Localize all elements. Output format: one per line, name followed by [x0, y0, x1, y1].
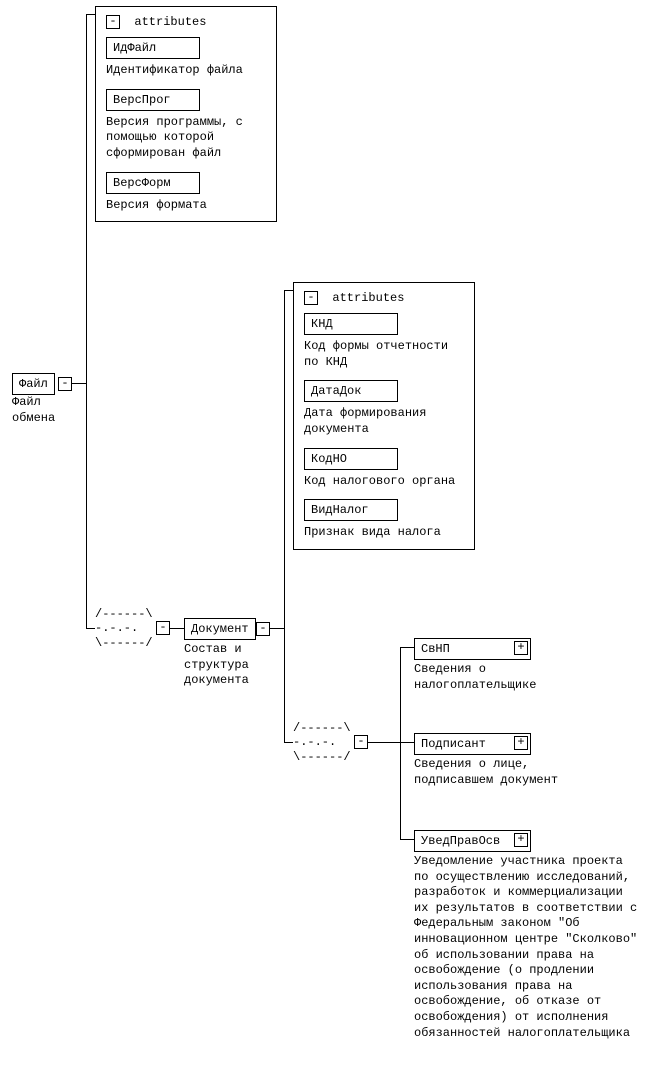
attr-idfile-desc: Идентификатор файла [106, 63, 266, 79]
doc-attributes-box: - attributes КНД Код формы отчетности по… [293, 282, 475, 550]
document-node-label: Документ [191, 622, 249, 636]
svnp-desc: Сведения о налогоплательщике [414, 662, 584, 693]
attr-datadok: ДатаДок [304, 380, 398, 402]
connector [86, 14, 87, 628]
seq2-toggle[interactable]: - [354, 735, 368, 749]
attr-kodno-desc: Код налогового органа [304, 474, 464, 490]
attr-versprog: ВерсПрог [106, 89, 200, 111]
attr-versform: ВерсФорм [106, 172, 200, 194]
connector [400, 647, 414, 648]
uvedpravosv-label: УведПравОсв [421, 834, 500, 848]
attr-knd: КНД [304, 313, 398, 335]
attr-knd-desc: Код формы отчетности по КНД [304, 339, 464, 370]
svnp-label: СвНП [421, 642, 450, 656]
root-toggle[interactable]: - [58, 377, 72, 391]
root-node: Файл [12, 373, 55, 395]
connector [86, 14, 95, 15]
attr-vidnalog-desc: Признак вида налога [304, 525, 464, 541]
connector [400, 647, 401, 839]
connector [270, 628, 284, 629]
attr-vidnalog: ВидНалог [304, 499, 398, 521]
connector [72, 383, 86, 384]
connector [368, 742, 400, 743]
connector [284, 290, 293, 291]
root-node-label: Файл [19, 377, 48, 391]
attr-versform-desc: Версия формата [106, 198, 266, 214]
sequence-indicator-2: /------\ -.-.-. \------/ [293, 721, 351, 764]
document-desc: Состав и структура документа [184, 642, 274, 689]
sequence-indicator-1: /------\ -.-.-. \------/ [95, 607, 153, 650]
file-attrs-toggle[interactable]: - [106, 15, 120, 29]
connector [86, 628, 95, 629]
svnp-expand[interactable]: + [514, 641, 528, 655]
root-desc: Файл обмена [12, 395, 72, 426]
file-attrs-label: attributes [134, 15, 206, 29]
connector [284, 742, 293, 743]
connector [284, 290, 285, 742]
doc-attrs-toggle[interactable]: - [304, 291, 318, 305]
attr-kodno: КодНО [304, 448, 398, 470]
connector [400, 839, 414, 840]
doc-attrs-label: attributes [332, 291, 404, 305]
podpisant-desc: Сведения о лице, подписавшем документ [414, 757, 584, 788]
seq1-toggle[interactable]: - [156, 621, 170, 635]
attr-idfile: ИдФайл [106, 37, 200, 59]
connector [400, 742, 414, 743]
attr-versprog-desc: Версия программы, с помощью которой сфор… [106, 115, 266, 162]
uvedpravosv-desc: Уведомление участника проекта по осущест… [414, 854, 639, 1041]
document-toggle[interactable]: - [256, 622, 270, 636]
connector [170, 628, 184, 629]
file-attributes-box: - attributes ИдФайл Идентификатор файла … [95, 6, 277, 222]
podpisant-expand[interactable]: + [514, 736, 528, 750]
attr-datadok-desc: Дата формирования документа [304, 406, 464, 437]
uvedpravosv-expand[interactable]: + [514, 833, 528, 847]
document-node: Документ [184, 618, 256, 640]
podpisant-label: Подписант [421, 737, 486, 751]
